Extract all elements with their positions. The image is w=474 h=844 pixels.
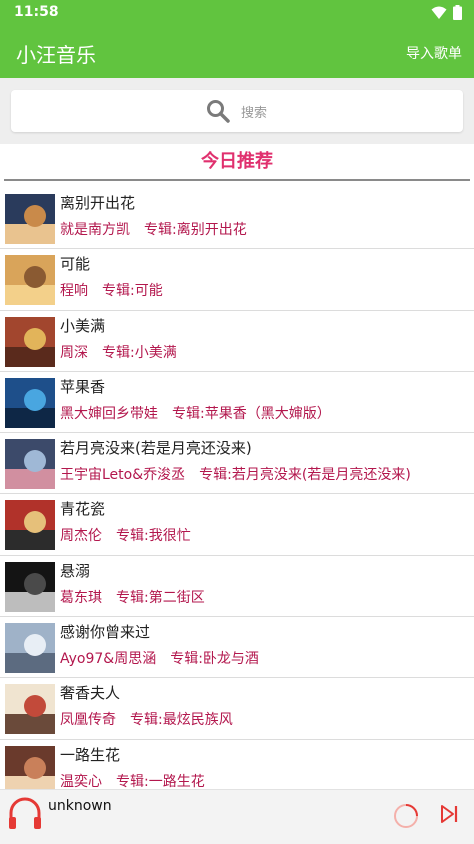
player-bar: unknown — [0, 789, 474, 844]
song-title: 感谢你曾来过 — [60, 623, 151, 642]
song-list: 离别开出花 就是南方凯 专辑:离别开出花 可能 程响 专辑:可能 小美满 周深 专辑:小美满 苹果… — [0, 188, 474, 801]
song-artist: 周深 — [60, 344, 88, 361]
song-meta: Ayo97&周思涵 专辑:卧龙与酒 — [60, 648, 259, 668]
song-meta: 周杰伦 专辑:我很忙 — [60, 525, 191, 545]
next-track-icon[interactable] — [438, 803, 460, 825]
song-artist: 黑大婶回乡带娃 — [60, 405, 158, 422]
song-album: 专辑:第二街区 — [116, 589, 205, 606]
song-row[interactable]: 若月亮没来(若是月亮还没来) 王宇宙Leto&乔浚丞 专辑:若月亮没来(若是月亮还没… — [0, 433, 474, 495]
song-row[interactable]: 苹果香黑大婶回乡带娃 专辑:苹果香（黑大婶版） — [0, 372, 474, 434]
section-divider — [4, 179, 470, 181]
import-playlist-button[interactable]: 导入歌单 — [406, 43, 462, 63]
song-title: 可能 — [60, 255, 91, 274]
song-meta: 温奕心 专辑:一路生花 — [60, 771, 205, 791]
song-title: 苹果香 — [60, 377, 106, 396]
status-icons — [431, 5, 462, 20]
song-artist: 葛东琪 — [60, 589, 102, 606]
status-time: 11:58 — [14, 4, 59, 20]
song-title: 青花瓷 — [60, 500, 106, 519]
song-artist: 程响 — [60, 283, 88, 300]
battery-icon — [453, 5, 462, 20]
status-bar: 11:58 — [0, 0, 474, 26]
song-meta: 程响 专辑:可能 — [60, 280, 163, 300]
song-title: 离别开出花 — [60, 194, 136, 212]
album-cover-image — [5, 500, 55, 551]
search-area: 搜索 — [0, 78, 474, 144]
song-meta: 黑大婶回乡带娃 专辑:苹果香（黑大婶版） — [60, 403, 331, 423]
song-album: 专辑:最炫民族风 — [130, 712, 233, 729]
song-row[interactable]: 小美满周深 专辑:小美满 — [0, 311, 474, 372]
album-cover-image — [5, 439, 55, 490]
song-title: 若月亮没来(若是月亮还没来) — [60, 439, 252, 458]
album-cover-image — [5, 561, 55, 612]
song-album: 专辑:卧龙与酒 — [170, 651, 259, 668]
song-artist: 王宇宙Leto&乔浚丞 — [60, 467, 186, 484]
search-icon — [207, 100, 230, 123]
song-title: 一路生花 — [60, 745, 121, 764]
song-title: 奢香夫人 — [60, 684, 121, 703]
song-album: 专辑:我很忙 — [116, 528, 191, 545]
song-meta: 就是南方凯 专辑:离别开出花 — [60, 219, 247, 239]
song-title: 悬溺 — [60, 561, 91, 580]
song-row[interactable]: 悬溺葛东琪 专辑:第二街区 — [0, 556, 474, 618]
song-meta: 周深 专辑:小美满 — [60, 342, 177, 362]
loading-spinner-icon[interactable] — [392, 802, 420, 830]
song-row[interactable]: 奢香夫人凤凰传奇 专辑:最炫民族风 — [0, 678, 474, 740]
search-placeholder: 搜索 — [241, 106, 268, 121]
album-cover-image — [5, 684, 55, 735]
song-album: 专辑:可能 — [102, 283, 163, 300]
song-artist: Ayo97&周思涵 — [60, 651, 157, 668]
album-cover-image — [5, 316, 55, 367]
song-album: 专辑:苹果香（黑大婶版） — [172, 405, 331, 422]
song-artist: 温奕心 — [60, 773, 102, 790]
song-artist: 周杰伦 — [60, 528, 102, 545]
wifi-icon — [431, 6, 447, 19]
song-album: 专辑:离别开出花 — [144, 222, 247, 238]
app-bar: 小汪音乐 导入歌单 — [0, 26, 474, 78]
song-title: 小美满 — [60, 316, 106, 335]
app-title: 小汪音乐 — [16, 43, 96, 67]
song-artist: 就是南方凯 — [60, 222, 130, 238]
album-cover-image — [5, 377, 55, 428]
song-album: 专辑:若月亮没来(若是月亮还没来) — [199, 467, 411, 484]
album-cover-image — [5, 623, 55, 674]
song-row[interactable]: 感谢你曾来过 Ayo97&周思涵 专辑:卧龙与酒 — [0, 617, 474, 679]
song-meta: 凤凰传奇 专辑:最炫民族风 — [60, 709, 233, 729]
song-album: 专辑:一路生花 — [116, 773, 205, 790]
album-cover-image — [5, 255, 55, 306]
song-row[interactable]: 离别开出花就是南方凯 专辑:离别开出花 — [0, 188, 474, 250]
song-meta: 葛东琪 专辑:第二街区 — [60, 587, 205, 607]
song-artist: 凤凰传奇 — [60, 712, 116, 729]
section-title: 今日推荐 — [201, 151, 273, 172]
headphones-icon[interactable] — [7, 796, 43, 832]
album-cover-image — [5, 194, 55, 244]
search-input[interactable]: 搜索 — [11, 90, 463, 132]
song-row[interactable]: 可能程响 专辑:可能 — [0, 249, 474, 311]
song-meta: 王宇宙Leto&乔浚丞 专辑:若月亮没来(若是月亮还没来) — [60, 464, 411, 484]
song-album: 专辑:小美满 — [102, 344, 177, 361]
now-playing-title: unknown — [48, 798, 112, 814]
song-row[interactable]: 青花瓷周杰伦 专辑:我很忙 — [0, 494, 474, 556]
